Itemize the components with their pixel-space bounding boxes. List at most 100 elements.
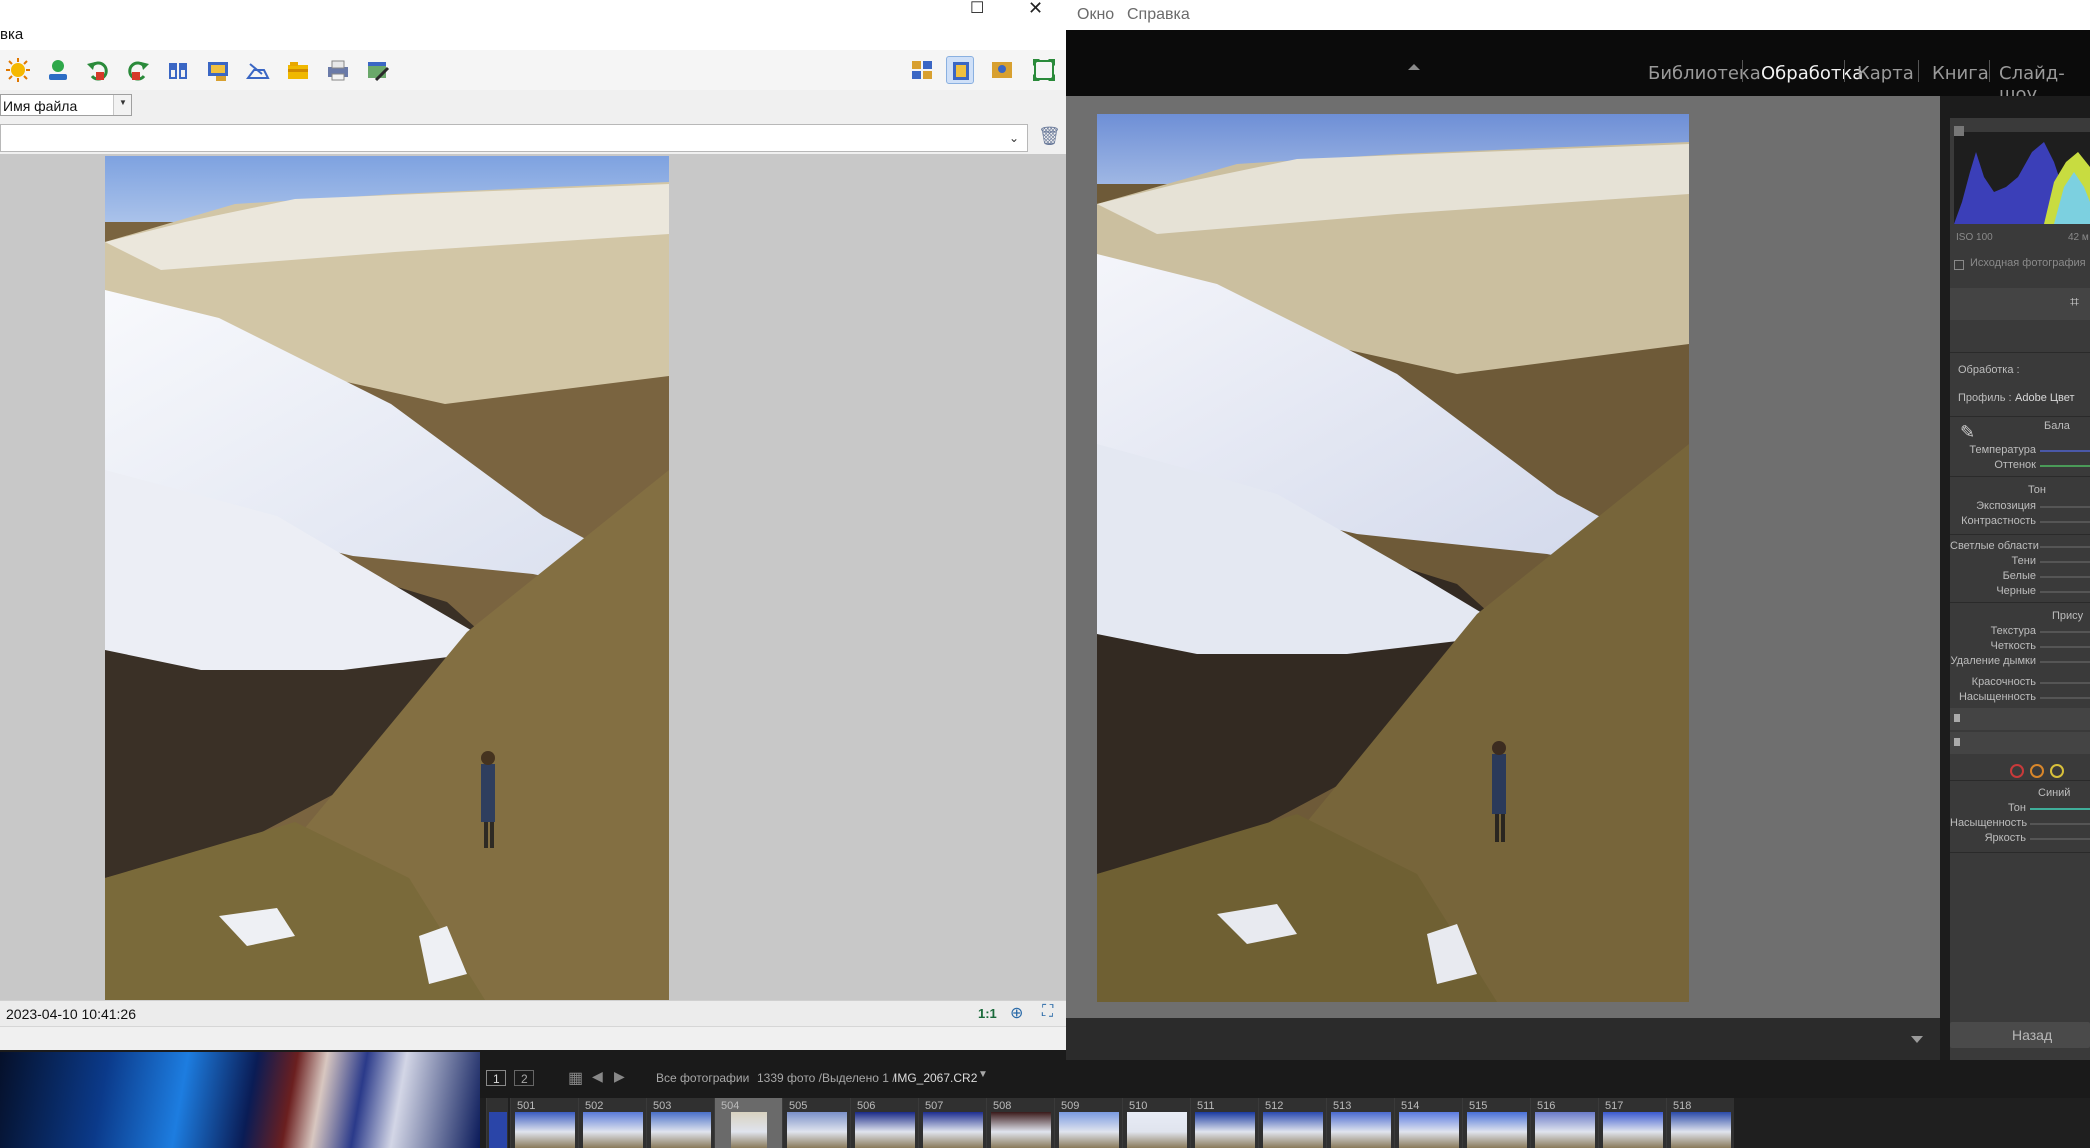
whites-slider[interactable]: [2040, 576, 2090, 578]
vibrance-label: Красочность: [1971, 676, 2036, 688]
zoom-level[interactable]: 1:1: [978, 1006, 997, 1021]
sort-select[interactable]: Имя файла ▼: [0, 94, 132, 116]
collapse-top-panel-icon[interactable]: [1408, 64, 1420, 70]
view-2-label: 2: [521, 1072, 528, 1086]
filmstrip-cell[interactable]: 506: [850, 1098, 918, 1148]
filmstrip-cell[interactable]: 511: [1190, 1098, 1258, 1148]
color-orange-icon[interactable]: [2030, 764, 2044, 778]
filmstrip-cell[interactable]: 518: [1666, 1098, 1734, 1148]
develop-canvas[interactable]: [1066, 96, 1940, 1018]
panel-toggle-icon[interactable]: [1954, 714, 1960, 722]
shadows-slider[interactable]: [2040, 561, 2090, 563]
edit-icon[interactable]: [364, 56, 392, 84]
filmstrip-cell[interactable]: 514: [1394, 1098, 1462, 1148]
user-icon[interactable]: [44, 56, 72, 84]
filmstrip-cell[interactable]: 502: [578, 1098, 646, 1148]
hsl-header[interactable]: [1950, 732, 2090, 754]
hsl-luminance-slider[interactable]: [2030, 838, 2090, 840]
histogram-iso: ISO 100: [1956, 232, 1993, 243]
filmstrip-cell[interactable]: 509: [1054, 1098, 1122, 1148]
slideshow-icon[interactable]: [204, 56, 232, 84]
thumbnails-view-icon[interactable]: [908, 56, 936, 84]
image-view-icon[interactable]: [988, 56, 1016, 84]
sort-dropdown-button[interactable]: ▼: [113, 95, 131, 115]
rotate-left-icon[interactable]: [84, 56, 112, 84]
exposure-slider[interactable]: [2040, 506, 2090, 508]
hsl-saturation-slider[interactable]: [2030, 823, 2090, 825]
filmstrip-cell[interactable]: 513: [1326, 1098, 1394, 1148]
tint-slider[interactable]: [2040, 465, 2090, 467]
filmstrip-cell[interactable]: 504: [714, 1098, 782, 1148]
view-2-button[interactable]: 2: [514, 1070, 534, 1086]
preview-view-icon[interactable]: [946, 56, 974, 84]
fit-width-icon[interactable]: ⊕: [1010, 1003, 1023, 1023]
filmstrip-cell[interactable]: 507: [918, 1098, 986, 1148]
contrast-slider[interactable]: [2040, 521, 2090, 523]
vibrance-slider[interactable]: [2040, 682, 2090, 684]
module-library[interactable]: Библиотека: [1648, 63, 1761, 84]
profile-value[interactable]: Adobe Цвет: [2015, 392, 2075, 404]
filmstrip-cell-number: 510: [1129, 1100, 1148, 1112]
forward-arrow-icon[interactable]: ▶: [614, 1068, 625, 1085]
back-arrow-icon[interactable]: ◀: [592, 1068, 603, 1085]
filmstrip-cell[interactable]: [486, 1098, 508, 1148]
close-icon[interactable]: ✕: [1028, 0, 1043, 19]
filmstrip-cell-number: 515: [1469, 1100, 1488, 1112]
sun-icon[interactable]: [4, 56, 32, 84]
fit-window-icon[interactable]: ⛶: [1042, 1003, 1053, 1021]
filmstrip-cell[interactable]: 510: [1122, 1098, 1190, 1148]
rotate-right-icon[interactable]: [124, 56, 152, 84]
filmstrip-cell[interactable]: 512: [1258, 1098, 1326, 1148]
blacks-slider[interactable]: [2040, 591, 2090, 593]
module-map[interactable]: Карта: [1857, 63, 1914, 84]
color-red-icon[interactable]: [2010, 764, 2024, 778]
filmstrip-cell-number: 512: [1265, 1100, 1284, 1112]
folder-icon[interactable]: [284, 56, 312, 84]
compare-icon[interactable]: [164, 56, 192, 84]
hsl-hue-slider[interactable]: [2030, 808, 2090, 810]
path-combobox[interactable]: ⌄: [0, 124, 1028, 152]
original-photo-label: Исходная фотография: [1970, 257, 2086, 269]
module-book[interactable]: Книга: [1932, 63, 1989, 84]
original-photo-checkbox[interactable]: [1954, 260, 1964, 270]
scan-icon[interactable]: [244, 56, 272, 84]
dehaze-slider[interactable]: [2040, 661, 2090, 663]
view-1-button[interactable]: 1: [486, 1070, 506, 1086]
grid-icon[interactable]: ▦: [568, 1068, 583, 1088]
filmstrip-cell[interactable]: 503: [646, 1098, 714, 1148]
temperature-slider[interactable]: [2040, 450, 2090, 452]
clipping-indicator-icon[interactable]: [1954, 126, 1964, 136]
texture-slider[interactable]: [2040, 631, 2090, 633]
toolbar-menu-icon[interactable]: [1911, 1036, 1923, 1043]
menu-help-fragment[interactable]: вка: [0, 26, 23, 43]
highlights-slider[interactable]: [2040, 546, 2090, 548]
viewer-image-area[interactable]: [0, 154, 1066, 1000]
clarity-slider[interactable]: [2040, 646, 2090, 648]
white-balance-eyedropper-icon[interactable]: ✎: [1960, 422, 1975, 443]
maximize-icon[interactable]: ☐: [970, 0, 984, 18]
filmstrip-cell[interactable]: 508: [986, 1098, 1054, 1148]
back-button[interactable]: Назад: [1950, 1022, 2090, 1048]
filmstrip-cell[interactable]: 517: [1598, 1098, 1666, 1148]
filmstrip-filename[interactable]: IMG_2067.CR2: [894, 1071, 977, 1085]
filmstrip-cell[interactable]: 515: [1462, 1098, 1530, 1148]
filename-dropdown-icon[interactable]: ▼: [978, 1069, 988, 1080]
trash-icon[interactable]: 🗑: [1038, 126, 1061, 147]
menu-window[interactable]: Окно: [1077, 6, 1114, 24]
image-viewer-window: ☐ ✕ вка Имя файла ▼ ⌄ 🗑 2023-04-10 10:41…: [0, 0, 1066, 1050]
tone-curve-header[interactable]: [1950, 708, 2090, 730]
saturation-slider[interactable]: [2040, 697, 2090, 699]
panel-toggle-icon[interactable]: [1954, 738, 1960, 746]
filmstrip-cell[interactable]: 516: [1530, 1098, 1598, 1148]
filmstrip-cell[interactable]: 505: [782, 1098, 850, 1148]
chevron-down-icon[interactable]: ⌄: [1009, 131, 1019, 145]
fullscreen-icon[interactable]: [1030, 56, 1058, 84]
menu-help[interactable]: Справка: [1127, 6, 1190, 24]
filmstrip-cell[interactable]: 501: [510, 1098, 578, 1148]
panel-divider: [1950, 352, 2090, 353]
crop-icon[interactable]: ⌗: [2070, 294, 2079, 312]
print-icon[interactable]: [324, 56, 352, 84]
module-develop[interactable]: Обработка: [1761, 63, 1863, 84]
filmstrip-source[interactable]: Все фотографии: [656, 1071, 749, 1085]
color-yellow-icon[interactable]: [2050, 764, 2064, 778]
